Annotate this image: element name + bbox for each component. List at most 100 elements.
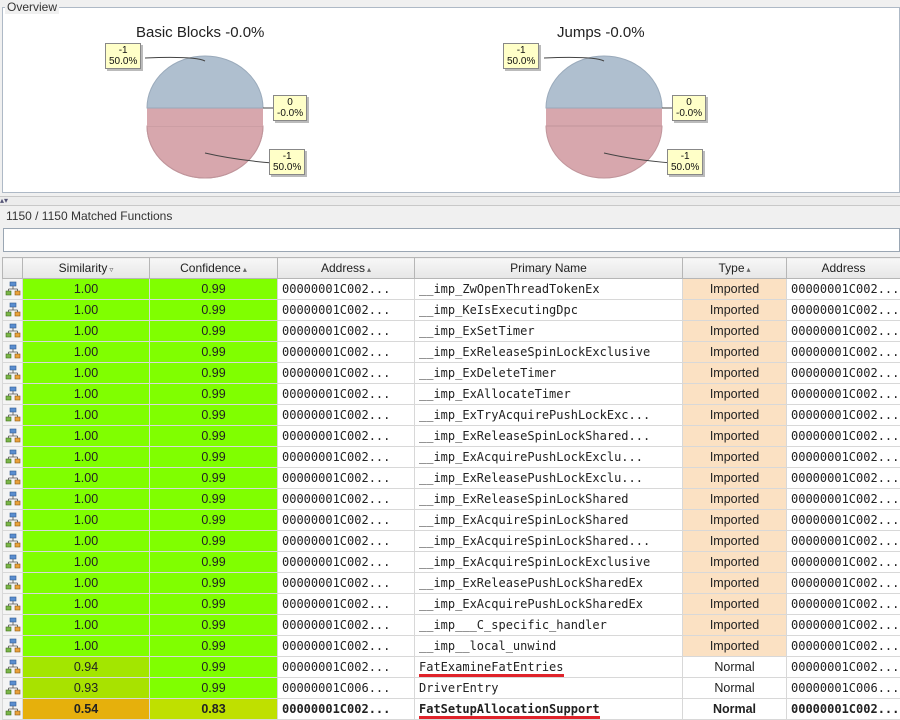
cell-primary-name: __imp_ExDeleteTimer [415,363,683,384]
cell-address: 00000001C002... [278,636,415,657]
callout-label: -1 50.0% [503,43,539,69]
match-row-icon [3,594,23,615]
header-primary-name[interactable]: Primary Name [415,258,683,279]
match-row-icon [3,321,23,342]
primary-name-text: __imp_ExAcquirePushLockSharedEx [419,597,643,611]
header-similarity[interactable]: Similarity▿ [23,258,150,279]
cell-similarity: 1.00 [23,279,150,300]
cell-type: Imported [683,279,787,300]
table-row[interactable]: 1.000.9900000001C002... __imp_ExAcquireSp… [3,531,900,552]
collapse-arrows-icon[interactable]: ▴▾ [0,197,8,205]
table-row[interactable]: 0.930.9900000001C006...DriverEntryNormal… [3,678,900,699]
table-row[interactable]: 1.000.9900000001C002...__imp_ExReleaseSp… [3,489,900,510]
cell-type: Imported [683,615,787,636]
table-row[interactable]: 1.000.9900000001C002...__imp_ExReleaseSp… [3,426,900,447]
header-label: Address [821,261,865,275]
match-row-icon [3,531,23,552]
table-row[interactable]: 0.540.8300000001C002...FatSetupAllocatio… [3,699,900,720]
pie-slice-top [546,56,662,108]
cell-similarity: 1.00 [23,321,150,342]
header-icon [3,258,23,279]
table-row[interactable]: 1.000.9900000001C002...__imp__local_unwi… [3,636,900,657]
cell-secondary-address: 00000001C002... [787,657,900,678]
primary-name-text: __imp_ExReleaseSpinLockShared [419,492,629,506]
callout-value: -1 [273,151,301,162]
primary-name-text: __imp_ExReleasePushLockSharedEx [419,576,643,590]
cell-similarity: 1.00 [23,531,150,552]
overview-box: Basic Blocks -0.0% -1 50.0% 0 -0.0% -1 5… [2,7,900,193]
cell-primary-name: FatExamineFatEntries [415,657,683,678]
callout-label: -1 50.0% [269,149,305,175]
match-row-icon [3,405,23,426]
match-row-icon [3,552,23,573]
cell-primary-name: __imp_ExReleasePushLockExclu... [415,468,683,489]
cell-type: Imported [683,636,787,657]
callout-value: -1 [507,45,535,56]
table-row[interactable]: 1.000.9900000001C002...__imp_ZwOpenThrea… [3,279,900,300]
cell-address: 00000001C002... [278,363,415,384]
primary-name-text: __imp_ExTryAcquirePushLockExc... [419,408,650,422]
cell-address: 00000001C002... [278,531,415,552]
cell-address: 00000001C002... [278,300,415,321]
cell-address: 00000001C002... [278,279,415,300]
table-row[interactable]: 1.000.9900000001C002...__imp_ExTryAcquir… [3,405,900,426]
cell-similarity: 1.00 [23,489,150,510]
cell-confidence: 0.99 [150,384,278,405]
filter-input[interactable] [3,228,900,252]
cell-primary-name: __imp_ExReleaseSpinLockShared... [415,426,683,447]
cell-similarity: 1.00 [23,468,150,489]
primary-name-text: FatSetupAllocationSupport [419,702,600,719]
primary-name-text: __imp_ExReleasePushLockExclu... [419,471,643,485]
primary-name-text: __imp_ExSetTimer [419,324,535,338]
header-confidence[interactable]: Confidence▴ [150,258,278,279]
table-row[interactable]: 1.000.9900000001C002...__imp_ExAllocateT… [3,384,900,405]
table-row[interactable]: 1.000.9900000001C002...__imp___C_specifi… [3,615,900,636]
table-row[interactable]: 1.000.9900000001C002...__imp_ExReleasePu… [3,573,900,594]
table-row[interactable]: 1.000.9900000001C002...__imp_ExDeleteTim… [3,363,900,384]
primary-name-text: __imp_ExAcquireSpinLockShared... [419,534,650,548]
cell-confidence: 0.99 [150,279,278,300]
header-secondary-address[interactable]: Address [787,258,900,279]
header-type[interactable]: Type▴ [683,258,787,279]
cell-primary-name: __imp_ExAcquireSpinLockExclusive [415,552,683,573]
cell-primary-name: __imp_ExReleasePushLockSharedEx [415,573,683,594]
cell-address: 00000001C002... [278,594,415,615]
table-row[interactable]: 1.000.9900000001C002...__imp_KeIsExecuti… [3,300,900,321]
cell-primary-name: __imp_ExTryAcquirePushLockExc... [415,405,683,426]
primary-name-text: FatExamineFatEntries [419,660,564,677]
table-row[interactable]: 1.000.9900000001C002...__imp_ExAcquirePu… [3,447,900,468]
primary-name-text: __imp_ExAcquirePushLockExclu... [419,450,643,464]
cell-address: 00000001C006... [278,678,415,699]
cell-secondary-address: 00000001C006... [787,678,900,699]
cell-primary-name: __imp_ExSetTimer [415,321,683,342]
table-row[interactable]: 0.940.9900000001C002...FatExamineFatEntr… [3,657,900,678]
table-row[interactable]: 1.000.9900000001C002...__imp_ExAcquireSp… [3,552,900,573]
table-row[interactable]: 1.000.9900000001C002...__imp_ExAcquirePu… [3,594,900,615]
panel-splitter[interactable]: ▴▾ [0,196,900,206]
cell-confidence: 0.99 [150,447,278,468]
match-row-icon [3,636,23,657]
header-label: Confidence [180,261,241,275]
cell-type: Imported [683,426,787,447]
table-row[interactable]: 1.000.9900000001C002...__imp_ExReleaseSp… [3,342,900,363]
callout-value: -1 [671,151,699,162]
cell-address: 00000001C002... [278,552,415,573]
cell-type: Imported [683,342,787,363]
cell-address: 00000001C002... [278,699,415,720]
cell-confidence: 0.99 [150,510,278,531]
cell-type: Normal [683,678,787,699]
cell-primary-name: __imp_KeIsExecutingDpc [415,300,683,321]
cell-similarity: 1.00 [23,300,150,321]
cell-address: 00000001C002... [278,342,415,363]
cell-secondary-address: 00000001C002... [787,552,900,573]
table-row[interactable]: 1.000.9900000001C002...__imp_ExSetTimerI… [3,321,900,342]
primary-name-text: __imp_ExAcquireSpinLockExclusive [419,555,650,569]
table-row[interactable]: 1.000.9900000001C002...__imp_ExAcquireSp… [3,510,900,531]
overview-title: Overview [5,0,59,14]
cell-type: Imported [683,300,787,321]
cell-confidence: 0.99 [150,531,278,552]
cell-similarity: 1.00 [23,384,150,405]
cell-similarity: 1.00 [23,426,150,447]
table-row[interactable]: 1.000.9900000001C002...__imp_ExReleasePu… [3,468,900,489]
header-address[interactable]: Address▴ [278,258,415,279]
